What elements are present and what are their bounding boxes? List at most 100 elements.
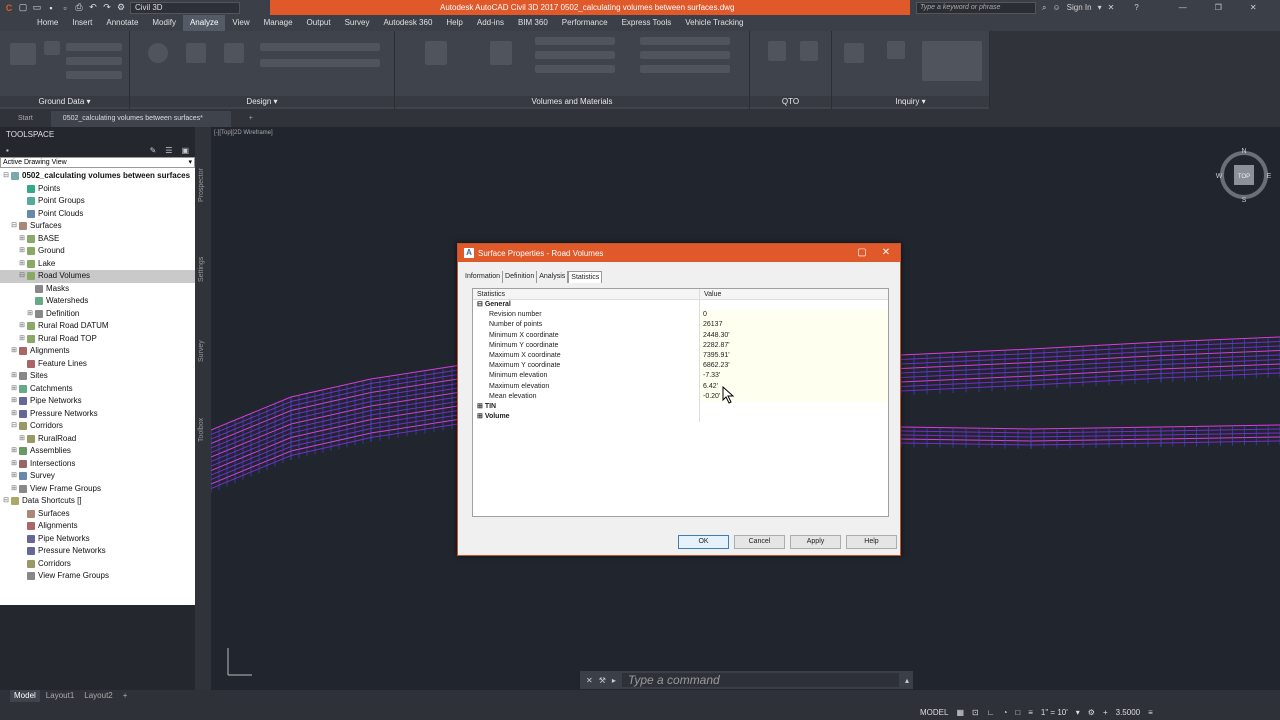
expand-icon[interactable]: ⊞ [10, 345, 18, 358]
expand-icon[interactable]: ⊞ [10, 470, 18, 483]
toolspace-menu-icon[interactable]: ▪ [6, 146, 9, 155]
tree-item-catchments[interactable]: ⊞ Catchments [0, 383, 195, 396]
binoculars-icon[interactable]: ⌕ [1042, 3, 1046, 13]
stat-row[interactable]: Mean elevation -0.20' [473, 391, 888, 402]
snap-icon[interactable]: ⊡ [972, 708, 979, 717]
section-general[interactable]: ⊟ General [473, 300, 888, 311]
expand-icon[interactable]: ⊞ [10, 408, 18, 421]
ortho-icon[interactable]: ∟ [987, 708, 995, 717]
menu-tab-insert[interactable]: Insert [65, 15, 99, 31]
tree-item-pressure-networks[interactable]: ⊞ Pressure Networks [0, 408, 195, 421]
side-tab-prospector[interactable]: Prospector [198, 168, 205, 202]
toolspace-list-icon[interactable]: ☰ [165, 146, 172, 155]
viewcube-top[interactable]: TOP [1238, 174, 1250, 180]
polar-icon[interactable]: ◔ [1003, 708, 1008, 717]
collapse-icon[interactable]: ⊟ [2, 495, 10, 508]
close-command-icon[interactable]: ✕ [586, 676, 593, 685]
menu-tab-analyze[interactable]: Analyze [182, 15, 226, 31]
tree-item-masks[interactable]: Masks [0, 283, 195, 296]
tree-item-ds-pipe-networks[interactable]: Pipe Networks [0, 533, 195, 546]
tree-item-surfaces[interactable]: ⊟ Surfaces [0, 220, 195, 233]
expand-icon[interactable]: ⊞ [18, 433, 26, 446]
tree-item-rural-road[interactable]: ⊞ RuralRoad [0, 433, 195, 446]
layout-tab-layout1[interactable]: Layout1 [42, 690, 78, 702]
new-icon[interactable]: ▢ [18, 2, 28, 13]
help-icon[interactable]: ? [1134, 3, 1138, 12]
view-combo[interactable]: Active Drawing View ▾ [0, 157, 195, 168]
tree-item-road-volumes[interactable]: ⊟ Road Volumes [0, 270, 195, 283]
side-tab-settings[interactable]: Settings [198, 257, 205, 282]
lineweight-icon[interactable]: ≡ [1028, 708, 1033, 717]
menu-tab-add-ins[interactable]: Add-ins [470, 15, 511, 31]
ok-button[interactable]: OK [678, 535, 729, 549]
collapse-icon[interactable]: ⊟ [2, 170, 10, 183]
expand-icon[interactable]: ⊞ [18, 245, 26, 258]
menu-tab-express-tools[interactable]: Express Tools [615, 15, 679, 31]
collapse-icon[interactable]: ⊟ [10, 420, 18, 433]
expand-icon[interactable]: ⊞ [18, 258, 26, 271]
expand-icon[interactable]: ⊞ [10, 445, 18, 458]
dialog-title-bar[interactable]: A Surface Properties - Road Volumes ▢ ✕ [458, 244, 900, 262]
tree-item-feature-lines[interactable]: Feature Lines [0, 358, 195, 371]
command-input[interactable]: Type a command [621, 673, 899, 687]
tree-item-ds-surfaces[interactable]: Surfaces [0, 508, 195, 521]
viewcube[interactable]: TOP N S E W [1215, 148, 1275, 208]
apply-button[interactable]: Apply [790, 535, 841, 549]
compass-east[interactable]: E [1267, 173, 1272, 180]
menu-tab-survey[interactable]: Survey [338, 15, 377, 31]
tree-item-points[interactable]: Points [0, 183, 195, 196]
osnap-icon[interactable]: □ [1015, 708, 1020, 717]
chevron-down-icon[interactable]: ▾ [1098, 3, 1102, 12]
stat-row[interactable]: Revision number 0 [473, 310, 888, 321]
menu-tab-vehicle-tracking[interactable]: Vehicle Tracking [678, 15, 750, 31]
stat-row[interactable]: Maximum Y coordinate 6862.23' [473, 361, 888, 372]
start-tab[interactable]: Start [6, 111, 45, 127]
settings-icon[interactable]: ⚙ [1088, 708, 1095, 717]
sign-in-link[interactable]: Sign In [1067, 3, 1092, 12]
menu-tab-performance[interactable]: Performance [555, 15, 615, 31]
stat-row[interactable]: Minimum X coordinate 2448.30' [473, 330, 888, 341]
compass-north[interactable]: N [1241, 148, 1246, 155]
cancel-button[interactable]: Cancel [734, 535, 785, 549]
maximize-icon[interactable]: ▢ [852, 244, 872, 262]
tree-item-survey[interactable]: ⊞ Survey [0, 470, 195, 483]
tree-item-ds-pressure-networks[interactable]: Pressure Networks [0, 545, 195, 558]
tree-item-lake[interactable]: ⊞ Lake [0, 258, 195, 271]
toolspace-edit-icon[interactable]: ✎ [150, 146, 157, 155]
tree-item-intersections[interactable]: ⊞ Intersections [0, 458, 195, 471]
expand-icon[interactable]: ⊞ [18, 233, 26, 246]
tree-item-assemblies[interactable]: ⊞ Assemblies [0, 445, 195, 458]
save-as-icon[interactable]: ▫ [60, 3, 70, 13]
menu-tab-view[interactable]: View [225, 15, 256, 31]
menu-tab-bim-360[interactable]: BIM 360 [511, 15, 555, 31]
layout-tab-model[interactable]: Model [10, 690, 40, 702]
tree-item-root[interactable]: ⊟ 0502_calculating volumes between surfac… [0, 170, 195, 183]
viewport-label[interactable]: [-][Top][2D Wireframe] [214, 130, 273, 136]
save-icon[interactable]: ▪ [46, 3, 56, 13]
plus-icon[interactable]: + [1103, 708, 1108, 717]
dialog-tab-information[interactable]: Information [463, 271, 504, 283]
col-statistics[interactable]: Statistics [473, 289, 700, 299]
side-tab-toolbox[interactable]: Toolbox [198, 418, 205, 442]
tree-item-point-clouds[interactable]: Point Clouds [0, 208, 195, 221]
stat-row[interactable]: Maximum X coordinate 7395.91' [473, 350, 888, 362]
tree-item-base[interactable]: ⊞ BASE [0, 233, 195, 246]
inquiry-label[interactable]: Inquiry ▾ [832, 96, 989, 107]
collapse-icon[interactable]: ⊟ [10, 220, 18, 233]
customize-icon[interactable]: ⚒ [599, 676, 606, 685]
tree-item-data-shortcuts[interactable]: ⊟ Data Shortcuts [] [0, 495, 195, 508]
menu-tab-help[interactable]: Help [439, 15, 469, 31]
search-input[interactable]: Type a keyword or phrase [916, 1, 1036, 14]
expand-icon[interactable]: ⊞ [10, 370, 18, 383]
ground-data-label[interactable]: Ground Data ▾ [0, 96, 129, 107]
expand-icon[interactable]: ⊞ [10, 395, 18, 408]
close-icon[interactable]: ✕ [876, 244, 896, 262]
help-button[interactable]: Help [846, 535, 897, 549]
tree-item-ds-view-frame-groups[interactable]: View Frame Groups [0, 570, 195, 583]
tree-item-ds-corridors[interactable]: Corridors [0, 558, 195, 571]
tree-item-rural-top[interactable]: ⊞ Rural Road TOP [0, 333, 195, 346]
tree-item-alignments[interactable]: ⊞ Alignments [0, 345, 195, 358]
toolspace-panel-icon[interactable]: ▣ [181, 146, 189, 155]
print-icon[interactable]: ⎙ [74, 2, 84, 13]
expand-icon[interactable]: ⊞ [18, 320, 26, 333]
